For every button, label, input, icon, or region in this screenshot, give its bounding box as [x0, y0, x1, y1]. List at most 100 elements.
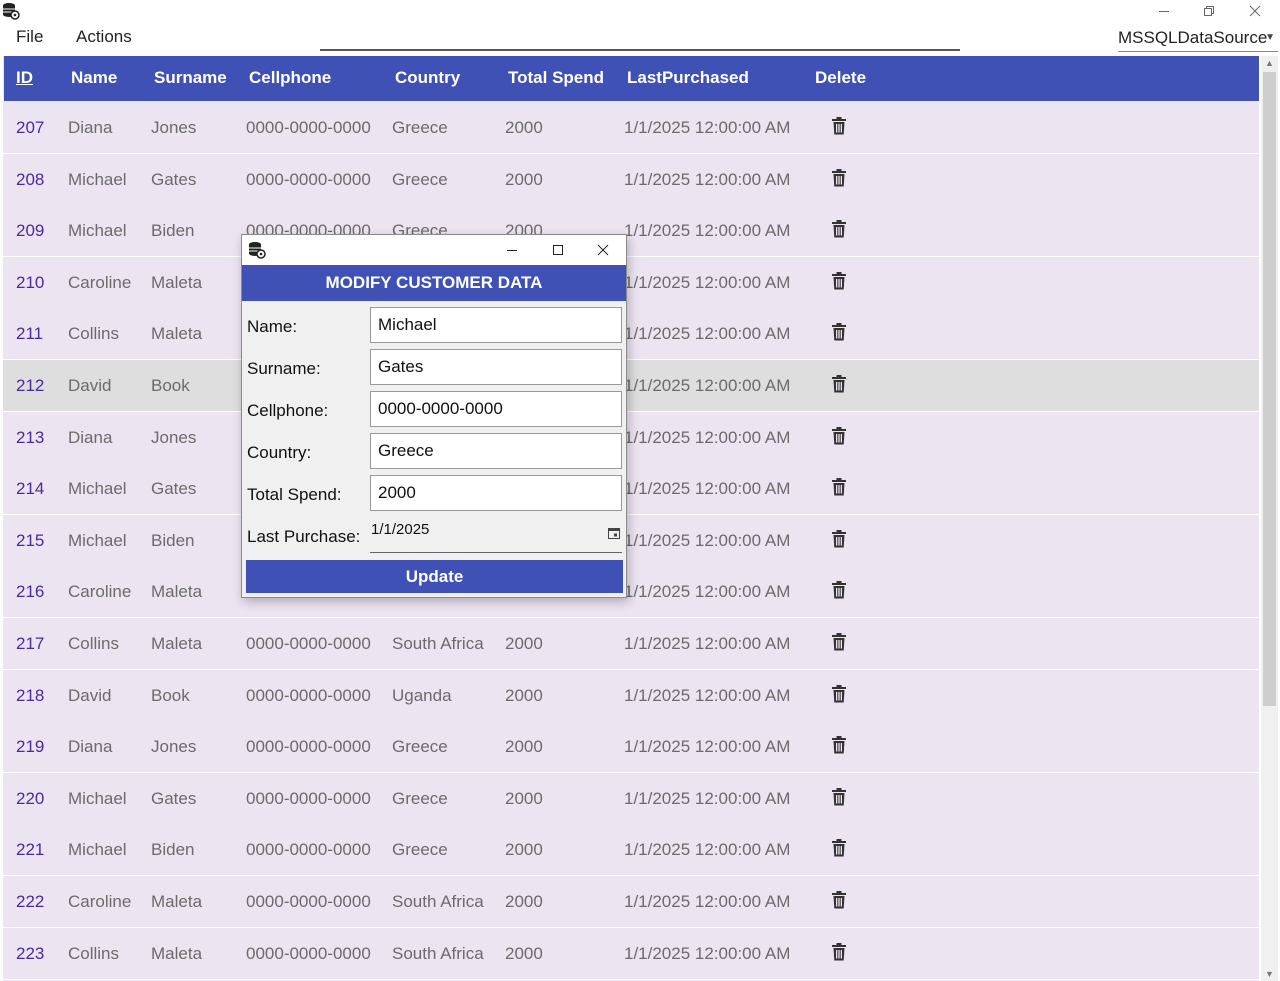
cell-country: South Africa: [392, 892, 484, 911]
trash-icon[interactable]: [832, 942, 846, 961]
table-row[interactable]: 207 Diana Jones 0000-0000-0000 Greece 2000 1/1…: [3, 102, 1259, 154]
last-purchase-label: Last Purchase:: [247, 527, 361, 546]
table-row[interactable]: 220 Michael Gates 0000-0000-0000 Greece 2000 1…: [3, 772, 1259, 825]
trash-icon[interactable]: [832, 426, 846, 445]
table-row[interactable]: 218 David Book 0000-0000-0000 Uganda 2000 1/1/…: [3, 669, 1259, 722]
cell-country: Uganda: [392, 685, 452, 705]
restore-button[interactable]: [1186, 0, 1232, 22]
close-window-button[interactable]: [1232, 0, 1278, 22]
table-row[interactable]: 223 Collins Maleta 0000-0000-0000 South Afri…: [3, 927, 1259, 980]
cell-id: 210: [16, 272, 45, 292]
table-row[interactable]: 221 Michael Biden 0000-0000-0000 Greece 2000 1…: [3, 824, 1259, 877]
calendar-icon[interactable]: [608, 527, 620, 539]
cell-surname: Maleta: [151, 272, 203, 292]
column-header-name[interactable]: Name: [71, 68, 117, 88]
trash-icon[interactable]: [832, 839, 846, 857]
dialog-maximize-button[interactable]: [543, 239, 573, 261]
table-row[interactable]: 209 Michael Biden 0000-0000-0000 Greece 2000 1…: [3, 205, 1259, 258]
close-icon: [597, 244, 609, 256]
dialog-minimize-button[interactable]: [497, 239, 527, 261]
trash-icon[interactable]: [832, 117, 846, 135]
datasource-selected-value: MSSQLDataSource: [1118, 28, 1268, 47]
trash-icon[interactable]: [832, 478, 846, 496]
cell-id: 207: [16, 118, 45, 137]
last-purchase-datepicker[interactable]: 1/1/2025: [370, 517, 622, 553]
cell-id: 215: [16, 530, 45, 550]
dialog-heading: MODIFY CUSTOMER DATA: [242, 265, 626, 301]
cell-total-spend: 2000: [505, 685, 543, 705]
column-header-id[interactable]: ID: [16, 68, 33, 88]
menu-actions[interactable]: Actions: [76, 27, 132, 47]
table-row[interactable]: 212 David Book 1/1/2025 12:00:00 AM: [3, 360, 1259, 412]
country-field[interactable]: [370, 433, 622, 469]
column-header-delete[interactable]: Delete: [815, 68, 866, 88]
cell-surname: Biden: [151, 530, 195, 550]
cell-surname: Biden: [151, 840, 195, 860]
cell-name: Diana: [68, 737, 113, 757]
trash-icon[interactable]: [832, 684, 846, 703]
cell-id: 209: [16, 221, 45, 241]
trash-icon[interactable]: [832, 323, 846, 341]
column-header-last-purchased[interactable]: LastPurchased: [627, 68, 749, 88]
minimize-button[interactable]: [1141, 0, 1187, 22]
cell-last-purchased: 1/1/2025 12:00:00 AM: [624, 840, 791, 860]
trash-icon[interactable]: [832, 220, 846, 238]
column-header-cellphone[interactable]: Cellphone: [249, 68, 331, 88]
cellphone-field[interactable]: [370, 391, 622, 427]
cell-name: Caroline: [68, 892, 132, 911]
name-field[interactable]: [370, 307, 622, 343]
column-header-country[interactable]: Country: [395, 68, 460, 88]
customer-grid[interactable]: ID Name Surname Cellphone Country Total …: [3, 56, 1259, 981]
table-row[interactable]: 217 Collins Maleta 0000-0000-0000 South Afri…: [3, 618, 1259, 670]
vertical-scrollbar[interactable]: ▲ ▼: [1261, 56, 1278, 981]
cell-last-purchased: 1/1/2025 12:00:00 AM: [624, 582, 791, 602]
dialog-titlebar: [242, 235, 626, 265]
trash-icon[interactable]: [832, 529, 846, 548]
datasource-select[interactable]: MSSQLDataSource ▼: [1118, 28, 1278, 52]
window-titlebar: [0, 0, 1280, 24]
trash-icon[interactable]: [832, 891, 846, 909]
dialog-close-button[interactable]: [588, 239, 618, 261]
cell-cellphone: 0000-0000-0000: [246, 788, 371, 808]
table-row[interactable]: 215 Michael Biden 1/1/2025 12:00:00 AM: [3, 514, 1259, 567]
scrollbar-thumb[interactable]: [1263, 72, 1276, 706]
cell-id: 208: [16, 169, 45, 189]
trash-icon[interactable]: [832, 787, 846, 806]
name-label: Name:: [247, 317, 298, 336]
trash-icon[interactable]: [832, 271, 846, 290]
cell-id: 221: [16, 840, 45, 860]
table-row[interactable]: 208 Michael Gates 0000-0000-0000 Greece 2000 1…: [3, 153, 1259, 206]
dropdown-arrow-icon: ▼: [1265, 32, 1275, 43]
cell-name: Michael: [68, 530, 127, 550]
minimize-icon: [1159, 11, 1169, 12]
cell-last-purchased: 1/1/2025 12:00:00 AM: [624, 788, 791, 808]
update-button[interactable]: Update: [246, 560, 623, 593]
cell-surname: Biden: [151, 221, 195, 241]
table-row[interactable]: 216CarolineMaleta0000-0000-0000South Afr…: [3, 566, 1259, 619]
trash-icon[interactable]: [832, 375, 846, 393]
column-header-total-spend[interactable]: Total Spend: [508, 68, 604, 88]
cell-name: Michael: [68, 788, 127, 808]
column-header-surname[interactable]: Surname: [154, 68, 227, 88]
cell-id: 222: [16, 892, 45, 911]
scroll-down-icon[interactable]: ▼: [1265, 969, 1274, 979]
table-row[interactable]: 222 Caroline Maleta 0000-0000-0000 South Afr…: [3, 876, 1259, 928]
cell-last-purchased: 1/1/2025 12:00:00 AM: [624, 169, 791, 189]
table-row[interactable]: 210 Caroline Maleta 1/1/2025 12:00:00 AM: [3, 256, 1259, 309]
table-row[interactable]: 211 Collins Maleta 1/1/2025 12:00:00 AM: [3, 308, 1259, 361]
cell-name: Diana: [68, 118, 113, 137]
table-row[interactable]: 219 Diana Jones 0000-0000-0000 Greece 2000 1/1…: [3, 721, 1259, 774]
total-spend-field[interactable]: [370, 475, 622, 511]
scroll-up-icon[interactable]: ▲: [1265, 58, 1274, 68]
database-gear-icon: [249, 242, 266, 259]
trash-icon[interactable]: [832, 736, 846, 754]
cell-last-purchased: 1/1/2025 12:00:00 AM: [624, 943, 791, 963]
menu-file[interactable]: File: [16, 27, 43, 47]
table-row[interactable]: 214 Michael Gates 1/1/2025 12:00:00 AM: [3, 463, 1259, 516]
table-row[interactable]: 213 Diana Jones 1/1/2025 12:00:00 AM: [3, 411, 1259, 464]
trash-icon[interactable]: [832, 168, 846, 187]
cell-surname: Gates: [151, 788, 197, 808]
surname-field[interactable]: [370, 349, 622, 385]
trash-icon[interactable]: [832, 633, 846, 651]
trash-icon[interactable]: [832, 581, 846, 599]
